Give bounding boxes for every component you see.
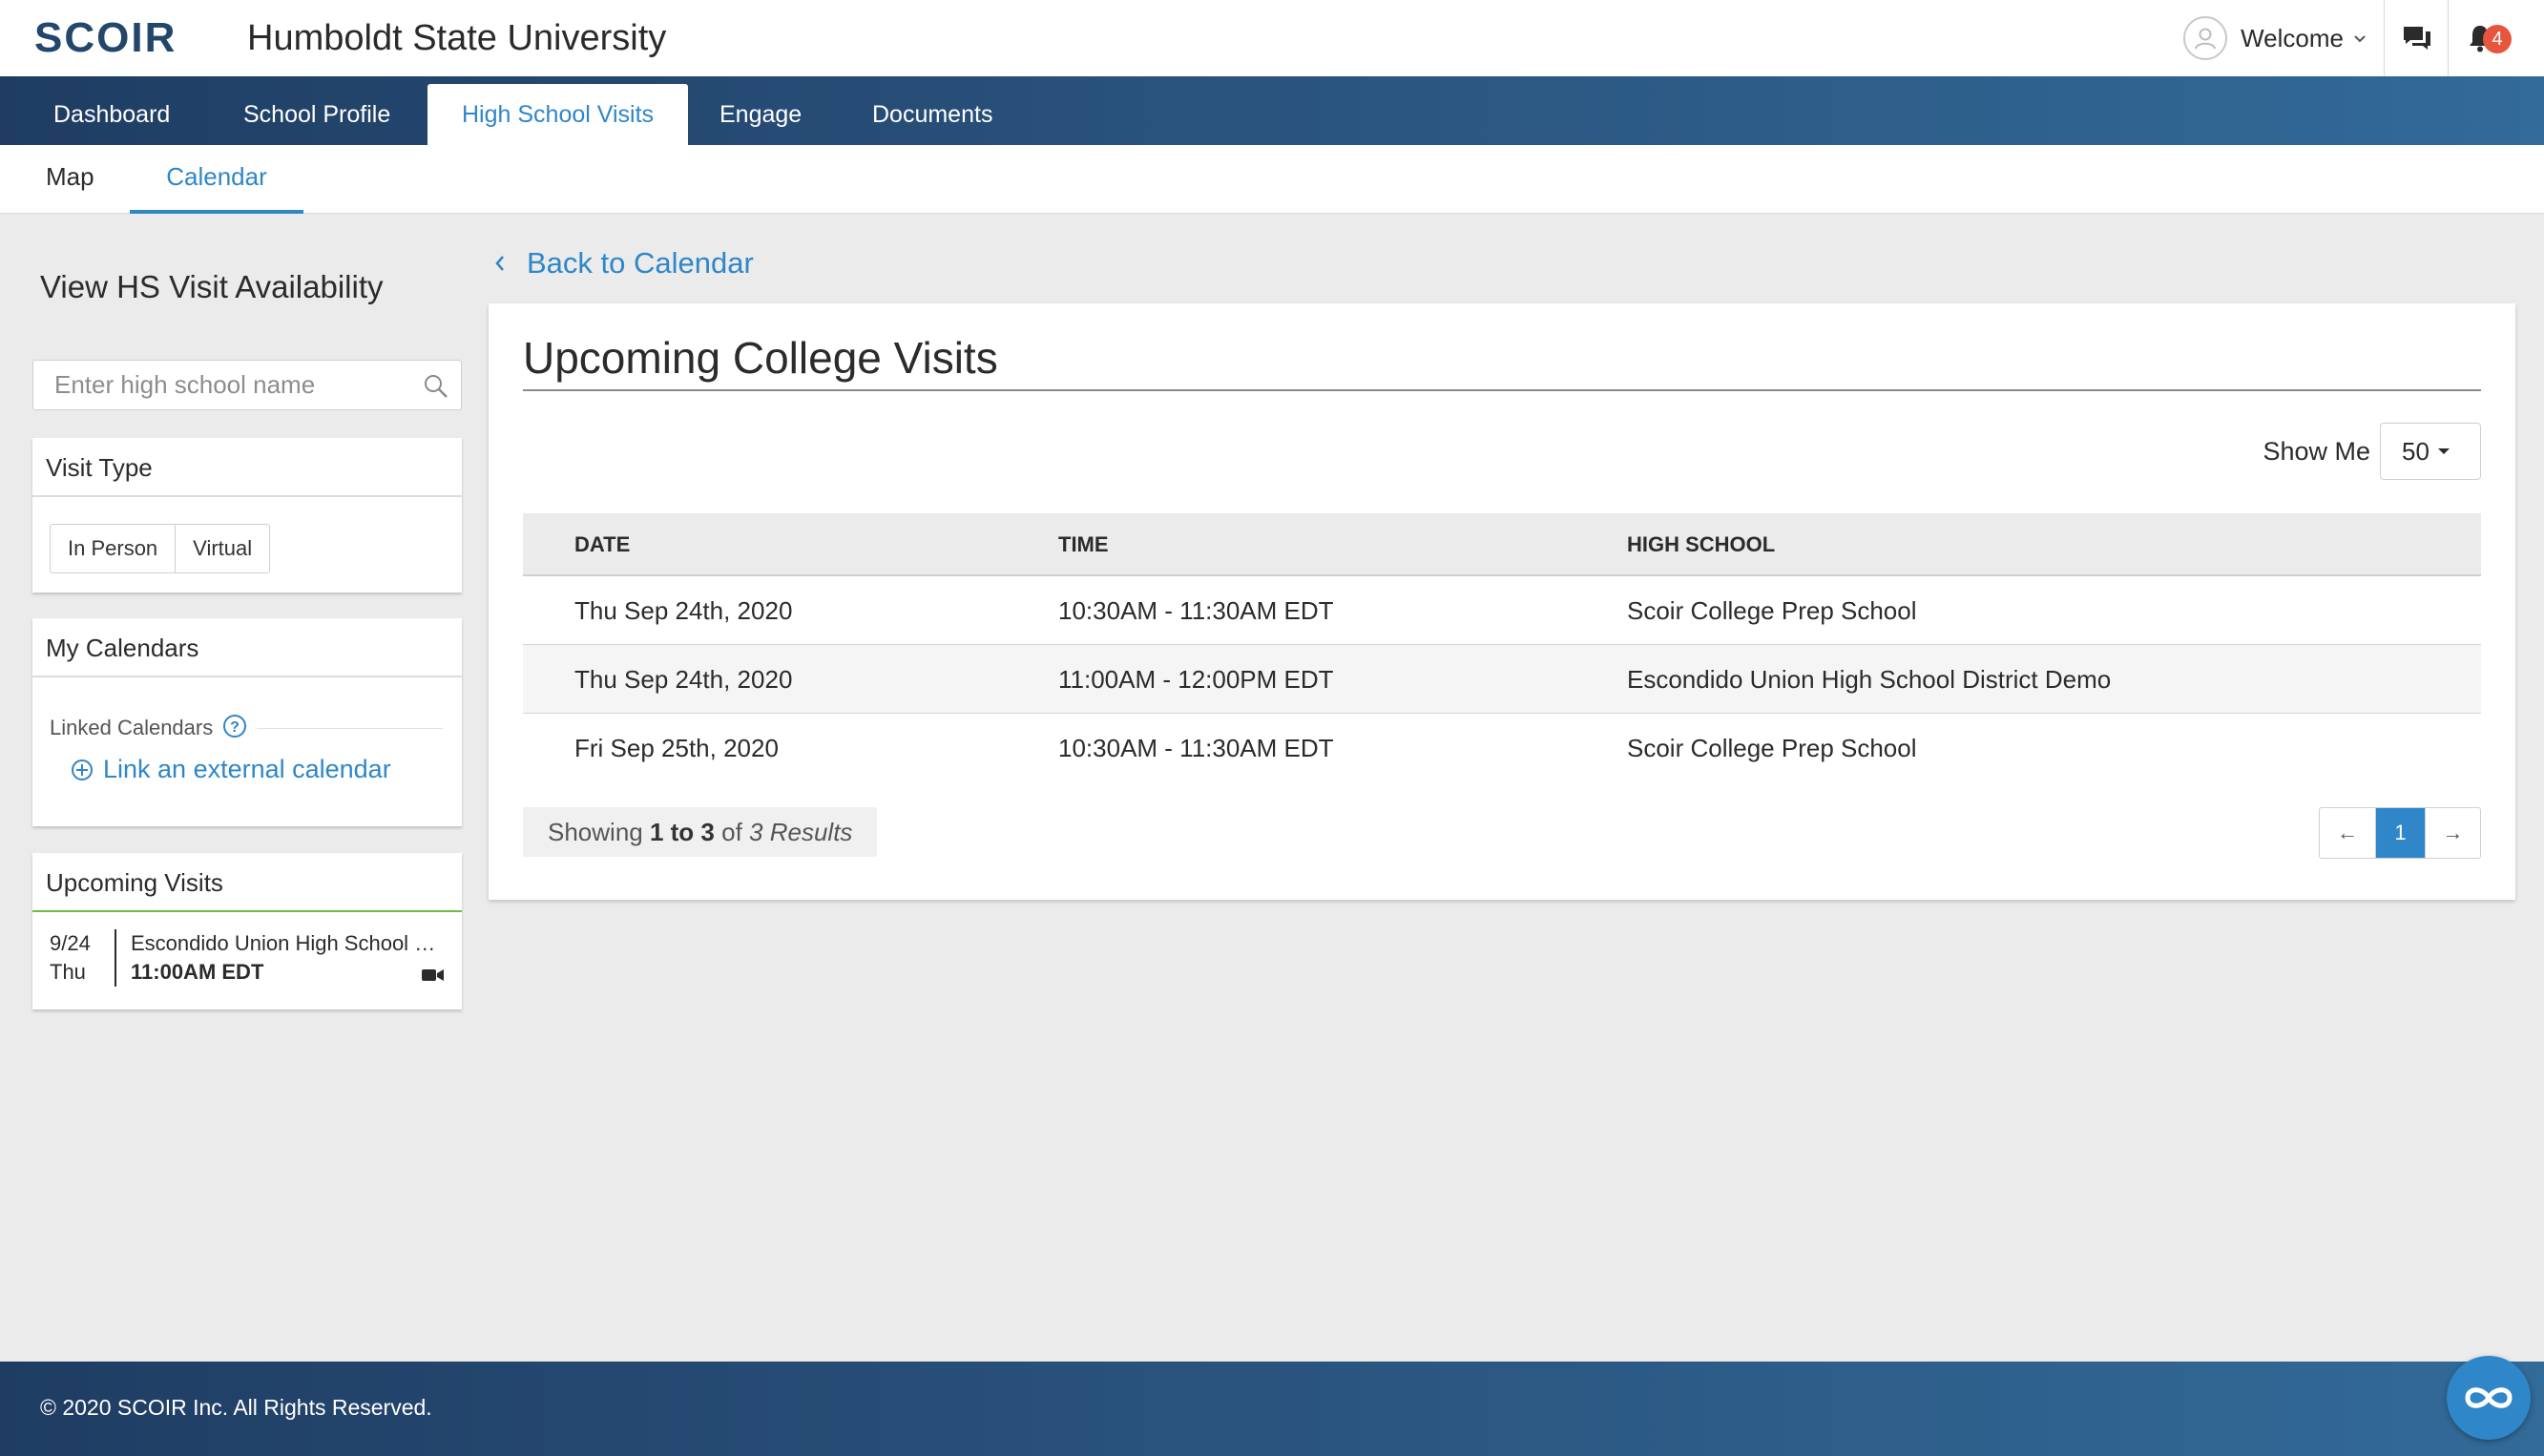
back-to-calendar-label: Back to Calendar	[527, 246, 754, 280]
results-total: 3 Results	[749, 818, 853, 846]
table-header: DATE TIME HIGH SCHOOL	[523, 513, 2481, 576]
column-header-high-school[interactable]: HIGH SCHOOL	[1627, 513, 1775, 576]
results-summary: Showing 1 to 3 of 3 Results	[523, 807, 878, 857]
cell-time: 10:30AM - 11:30AM EDT	[1058, 596, 1334, 625]
tab-dashboard[interactable]: Dashboard	[19, 84, 204, 145]
cell-high-school: Scoir College Prep School	[1627, 596, 1917, 625]
notifications-icon[interactable]: 4	[2449, 0, 2512, 76]
cell-high-school: Scoir College Prep School	[1627, 734, 1917, 762]
video-camera-icon	[422, 968, 445, 987]
back-to-calendar-link[interactable]: Back to Calendar	[494, 246, 754, 281]
column-header-time[interactable]: TIME	[1058, 513, 1109, 576]
upcoming-visits-card: Upcoming Visits 9/24 Thu Escondido Union…	[32, 853, 462, 1009]
page-1-button[interactable]: 1	[2375, 808, 2425, 858]
my-calendars-heading: My Calendars	[32, 618, 462, 677]
cell-date: Fri Sep 25th, 2020	[574, 734, 779, 762]
cell-time: 10:30AM - 11:30AM EDT	[1058, 734, 1334, 762]
messages-icon[interactable]	[2386, 0, 2449, 76]
cell-time: 11:00AM - 12:00PM EDT	[1058, 665, 1334, 694]
tab-documents[interactable]: Documents	[838, 84, 1027, 145]
pagination: ← 1 →	[2319, 807, 2481, 859]
high-school-search[interactable]	[32, 360, 462, 410]
school-name: Humboldt State University	[247, 18, 667, 58]
copyright-text: © 2020 SCOIR Inc. All Rights Reserved.	[40, 1395, 432, 1420]
link-external-calendar-label: Link an external calendar	[103, 755, 391, 783]
search-icon[interactable]	[423, 373, 449, 405]
tab-engage[interactable]: Engage	[685, 84, 836, 145]
visit-date-weekday: Thu	[50, 960, 86, 984]
page-size-select[interactable]: 50	[2380, 423, 2481, 480]
table-row[interactable]: Fri Sep 25th, 2020 10:30AM - 11:30AM EDT…	[523, 714, 2481, 782]
visits-table: DATE TIME HIGH SCHOOL Thu Sep 24th, 2020…	[523, 513, 2481, 782]
footer: © 2020 SCOIR Inc. All Rights Reserved.	[0, 1362, 2544, 1456]
results-of: of	[721, 818, 742, 846]
next-page-button[interactable]: →	[2425, 808, 2480, 858]
main-nav: Dashboard School Profile High School Vis…	[0, 76, 2544, 145]
avatar-icon	[2183, 16, 2228, 60]
chat-support-button[interactable]	[2447, 1356, 2531, 1440]
page-title: Upcoming College Visits	[523, 332, 2481, 391]
user-menu[interactable]: Welcome	[2051, 0, 2385, 76]
visit-school: Escondido Union High School District Dem…	[131, 931, 436, 955]
chevron-left-icon	[494, 249, 506, 279]
subtab-calendar[interactable]: Calendar	[130, 145, 303, 214]
tab-high-school-visits[interactable]: High School Visits	[427, 84, 689, 145]
cell-date: Thu Sep 24th, 2020	[574, 665, 793, 694]
results-range: 1 to 3	[649, 818, 715, 846]
link-external-calendar[interactable]: Link an external calendar	[71, 755, 391, 784]
visit-type-toggle: In Person Virtual	[50, 524, 271, 573]
cell-date: Thu Sep 24th, 2020	[574, 596, 793, 625]
visit-date: 9/24 Thu	[50, 929, 116, 987]
plus-circle-icon	[72, 759, 93, 780]
page-size-value: 50	[2402, 436, 2429, 466]
cell-high-school: Escondido Union High School District Dem…	[1627, 665, 2112, 694]
top-header: SCOIR Humboldt State University Welcome …	[0, 0, 2544, 76]
help-icon[interactable]: ?	[222, 714, 247, 743]
table-row[interactable]: Thu Sep 24th, 2020 10:30AM - 11:30AM EDT…	[523, 576, 2481, 645]
tab-school-profile[interactable]: School Profile	[209, 84, 425, 145]
upcoming-visits-heading: Upcoming Visits	[32, 853, 462, 912]
linked-calendars-label: Linked Calendars	[50, 716, 214, 739]
notification-badge: 4	[2483, 25, 2512, 53]
my-calendars-card: My Calendars Linked Calendars ? Link an …	[32, 618, 462, 826]
visit-type-virtual[interactable]: Virtual	[175, 525, 269, 572]
scoir-logo[interactable]: SCOIR	[34, 13, 177, 63]
linked-calendars-row: Linked Calendars ?	[50, 714, 443, 742]
show-me-control: Show Me 50	[2262, 423, 2481, 480]
column-header-date[interactable]: DATE	[574, 513, 630, 576]
prev-page-button[interactable]: ←	[2320, 808, 2375, 858]
subtab-map[interactable]: Map	[46, 145, 94, 214]
show-me-label: Show Me	[2262, 436, 2370, 466]
sub-nav: Map Calendar	[0, 145, 2544, 214]
high-school-search-input[interactable]	[33, 361, 406, 409]
divider	[257, 727, 443, 729]
visit-date-day-num: 9/24	[50, 931, 91, 955]
chevron-down-icon	[2353, 29, 2367, 49]
upcoming-visits-panel: Upcoming College Visits Show Me 50 DATE …	[489, 303, 2515, 900]
svg-text:?: ?	[230, 719, 240, 736]
table-row[interactable]: Thu Sep 24th, 2020 11:00AM - 12:00PM EDT…	[523, 645, 2481, 714]
visit-type-in-person[interactable]: In Person	[51, 525, 175, 572]
results-prefix: Showing	[548, 818, 643, 846]
visit-time: 11:00AM EDT	[131, 960, 264, 984]
welcome-label: Welcome	[2241, 23, 2344, 52]
visit-type-card: Visit Type In Person Virtual	[32, 438, 462, 593]
upcoming-visit-item[interactable]: 9/24 Thu Escondido Union High School Dis…	[32, 914, 462, 1006]
visit-type-heading: Visit Type	[32, 438, 462, 497]
infinity-icon	[2465, 1387, 2513, 1408]
sidebar-title: View HS Visit Availability	[40, 269, 384, 304]
caret-down-icon	[2437, 443, 2450, 460]
